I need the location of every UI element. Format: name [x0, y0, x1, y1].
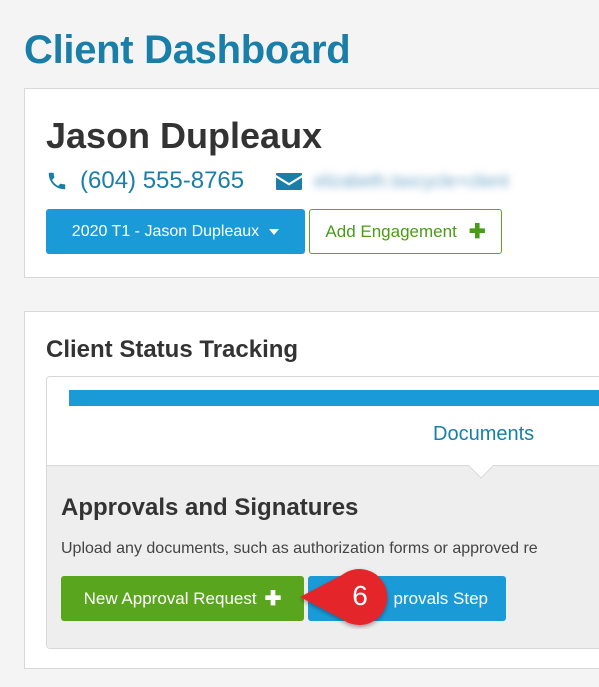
- engagement-dropdown-button[interactable]: 2020 T1 - Jason Dupleaux: [46, 209, 305, 254]
- phone-icon: [48, 172, 66, 190]
- client-card: Jason Dupleaux (604) 555-8765 elizabeth.…: [24, 88, 599, 278]
- plus-icon: ✚: [264, 588, 282, 610]
- approvals-step-label: provals Step: [393, 588, 489, 608]
- client-button-row: 2020 T1 - Jason Dupleaux Add Engagement …: [46, 209, 502, 254]
- caret-down-icon: [269, 228, 280, 235]
- approvals-description: Upload any documents, such as authorizat…: [61, 540, 538, 557]
- new-approval-request-button[interactable]: New Approval Request ✚: [61, 576, 304, 621]
- page-title: Client Dashboard: [24, 28, 351, 72]
- tracking-progress-bar: [69, 390, 599, 406]
- engagement-dropdown-label: 2020 T1 - Jason Dupleaux: [71, 222, 260, 240]
- client-email[interactable]: elizabeth.taxcycle+client: [314, 171, 509, 192]
- contact-row: (604) 555-8765 elizabeth.taxcycle+client: [46, 167, 509, 195]
- client-phone[interactable]: (604) 555-8765: [80, 167, 244, 195]
- callout-number: 6: [352, 580, 368, 611]
- client-name: Jason Dupleaux: [46, 115, 323, 156]
- envelope-icon: [276, 173, 303, 190]
- new-approval-label: New Approval Request: [83, 588, 257, 608]
- tracking-title: Client Status Tracking: [46, 336, 299, 363]
- add-engagement-button[interactable]: Add Engagement ✚: [309, 209, 502, 254]
- tab-documents[interactable]: Documents: [433, 423, 534, 446]
- approvals-title: Approvals and Signatures: [61, 494, 359, 521]
- add-engagement-label: Add Engagement: [325, 221, 457, 241]
- plus-icon: ✚: [468, 221, 486, 243]
